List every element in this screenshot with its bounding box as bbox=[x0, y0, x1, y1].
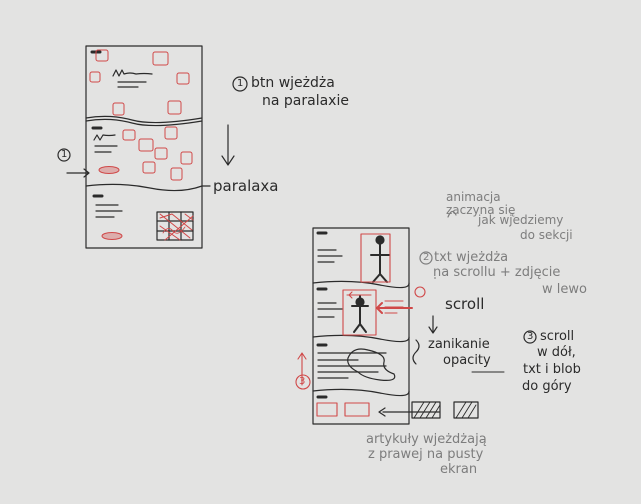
note-3-line-3: txt i blob bbox=[523, 362, 581, 377]
fade-note-line-2: opacity bbox=[443, 353, 491, 368]
marker-3-left: 3 bbox=[299, 376, 306, 387]
marker-1-note: 1 bbox=[237, 78, 244, 89]
note-btn-subtitle: na paralaxie bbox=[262, 93, 349, 109]
note-3-line-2: w dół, bbox=[537, 345, 576, 360]
marker-1-left: 1 bbox=[61, 149, 68, 160]
scroll-label: scroll bbox=[445, 295, 485, 313]
anim-note-line-1: animacja bbox=[446, 190, 501, 204]
left-wireframe bbox=[85, 45, 203, 249]
fade-note-line-1: zanikanie bbox=[428, 337, 490, 352]
note-2-line-1: txt wjeżdża bbox=[434, 250, 509, 265]
note-3-line-4: do góry bbox=[522, 379, 572, 394]
bottom-note-line-3: ekran bbox=[440, 462, 478, 477]
note-2-line-2: na scrollu + zdjęcie bbox=[433, 265, 561, 280]
marker-2: 2 bbox=[423, 252, 430, 263]
marker-3-right: 3 bbox=[527, 331, 534, 342]
anim-note-line-4: do sekcji bbox=[520, 228, 573, 242]
anim-note-line-3: jak wjedziemy bbox=[478, 213, 564, 227]
note-btn-title: btn wjeżdża bbox=[251, 75, 335, 91]
bottom-note-line-1: artykuły wjeżdżają bbox=[366, 432, 487, 447]
bottom-note-line-2: z prawej na pusty bbox=[368, 447, 484, 462]
note-2-line-3: w lewo bbox=[542, 282, 587, 297]
note-3-line-1: scroll bbox=[540, 329, 575, 344]
paralaxa-label: paralaxa bbox=[213, 177, 279, 195]
